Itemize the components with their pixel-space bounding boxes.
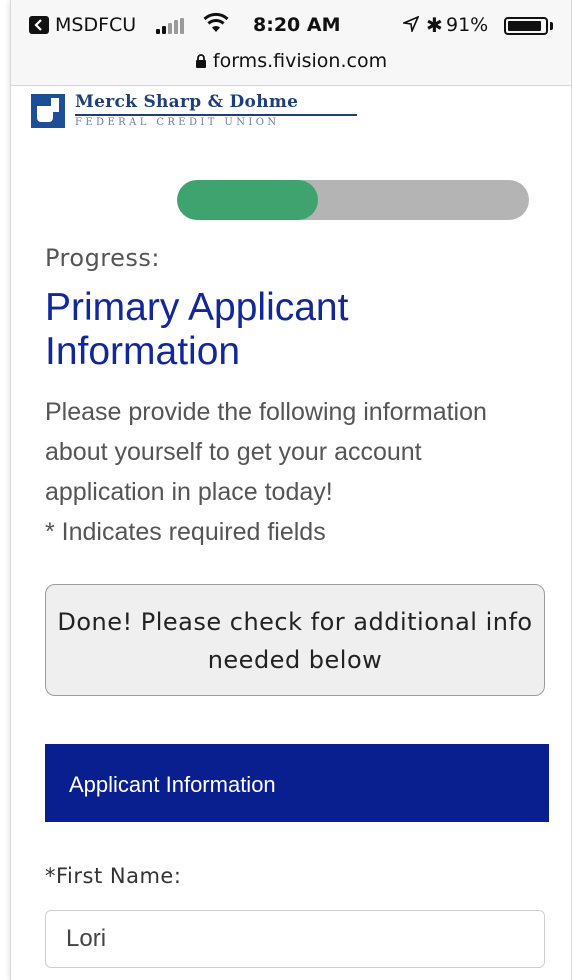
battery-percent: 91% (446, 14, 489, 36)
lock-icon (195, 54, 206, 68)
intro-paragraph: Please provide the following information… (45, 398, 487, 506)
phone-screen: MSDFCU 8:20 AM ✱ 91% forms.fivision.com … (10, 0, 572, 980)
section-header: Applicant Information (45, 744, 549, 822)
page-title: Primary Applicant Information (45, 286, 349, 373)
intro-text: Please provide the following information… (45, 392, 545, 552)
back-to-app-icon[interactable] (29, 16, 49, 34)
progress-label: Progress: (45, 244, 161, 272)
battery-icon (504, 17, 548, 35)
bluetooth-icon: ✱ (426, 13, 443, 37)
progress-bar-fill (177, 180, 318, 220)
location-icon (403, 16, 419, 32)
status-notice: Done! Please check for additional info n… (45, 584, 545, 696)
signal-icon (156, 18, 188, 34)
logo-title: Merck Sharp & Dohme (75, 92, 299, 112)
progress-bar (177, 180, 529, 220)
status-bar: MSDFCU 8:20 AM ✱ 91% forms.fivision.com (11, 0, 571, 86)
carrier-name: MSDFCU (55, 14, 137, 36)
first-name-input[interactable] (45, 910, 545, 968)
credit-union-logo[interactable]: Merck Sharp & Dohme FEDERAL CREDIT UNION (31, 90, 361, 132)
status-time: 8:20 AM (253, 14, 341, 36)
logo-divider (75, 114, 357, 116)
battery-nub (550, 22, 553, 30)
logo-subtitle: FEDERAL CREDIT UNION (75, 117, 280, 128)
battery-fill (508, 21, 541, 31)
wifi-icon (203, 12, 229, 32)
section-heading: Applicant Information (69, 772, 276, 797)
first-name-label: *First Name: (45, 864, 182, 888)
logo-mark-icon (31, 94, 65, 128)
address-bar[interactable]: forms.fivision.com (11, 50, 571, 72)
required-fields-note: * Indicates required fields (45, 518, 326, 546)
url-text: forms.fivision.com (212, 50, 388, 72)
